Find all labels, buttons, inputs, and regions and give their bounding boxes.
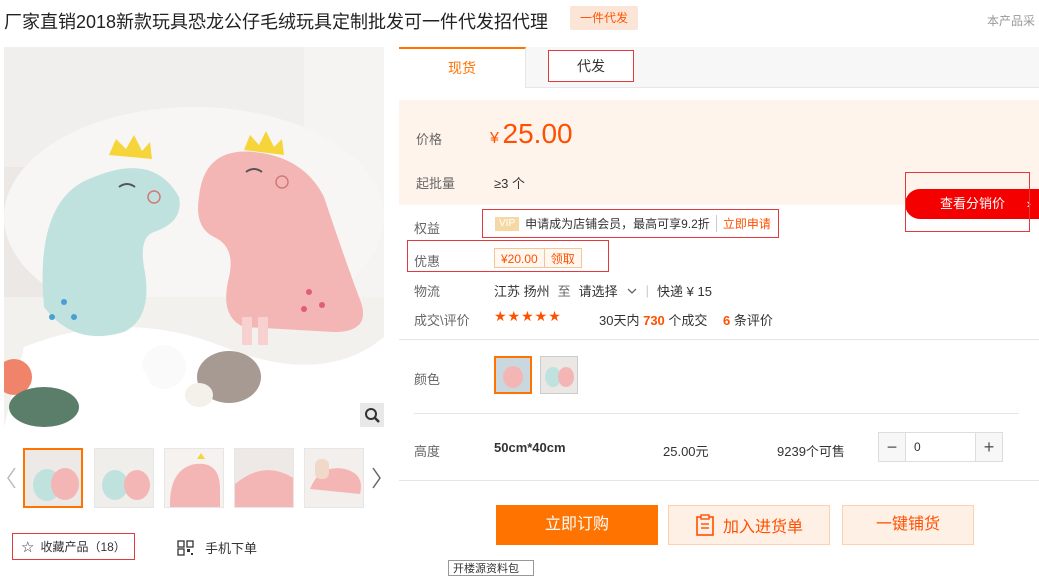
swatch-image bbox=[541, 357, 577, 393]
apply-membership-link[interactable]: 立即申请 bbox=[715, 215, 771, 232]
promo-label: 优惠 bbox=[414, 254, 441, 269]
sku-size: 50cm*40cm bbox=[494, 440, 566, 455]
vip-badge: VIP bbox=[495, 216, 520, 231]
moq-value: ≥3 个 bbox=[494, 176, 525, 191]
height-label: 高度 bbox=[414, 444, 441, 459]
purchase-note[interactable]: 本产品采 bbox=[987, 12, 1035, 29]
favorite-button[interactable]: ☆ 收藏产品（18） bbox=[12, 533, 135, 560]
destination-select[interactable]: 请选择 bbox=[579, 281, 638, 300]
tab-dropship[interactable]: 代发 bbox=[548, 50, 634, 82]
coupon-claim-button[interactable]: 领取 bbox=[543, 249, 581, 267]
chevron-left-icon bbox=[7, 467, 16, 489]
main-product-image[interactable] bbox=[4, 47, 384, 427]
review-suffix: 条评价 bbox=[733, 313, 773, 328]
divider bbox=[399, 480, 1039, 481]
color-swatch-pink[interactable] bbox=[494, 356, 532, 394]
plush-dinosaur-image bbox=[4, 47, 384, 427]
thumbnail[interactable] bbox=[94, 448, 154, 508]
thumbnail-image bbox=[235, 449, 293, 507]
coupon-value: ¥20.00 bbox=[501, 252, 538, 266]
star-outline-icon: ☆ bbox=[21, 538, 35, 556]
price-display: ¥ 25.00 bbox=[490, 118, 573, 150]
decrement-button[interactable]: − bbox=[879, 433, 905, 461]
price-label: 价格 bbox=[416, 132, 443, 147]
add-to-cart-button[interactable]: 加入进货单 bbox=[668, 505, 830, 545]
add-to-cart-label: 加入进货单 bbox=[722, 519, 803, 536]
thumbnail[interactable] bbox=[164, 448, 224, 508]
membership-benefit: VIP 申请成为店铺会员，最高可享9.2折 立即申请 bbox=[482, 209, 779, 238]
currency-symbol: ¥ bbox=[490, 130, 499, 147]
thumbnail-image bbox=[305, 449, 363, 507]
mobile-order-label: 手机下单 bbox=[205, 541, 258, 556]
to-label: 至 bbox=[557, 284, 571, 299]
one-click-distribute-button[interactable]: 一键铺货 bbox=[842, 505, 974, 545]
deals-suffix: 个成交 bbox=[668, 313, 708, 328]
price-value: 25.00 bbox=[502, 118, 573, 149]
dropship-tag: 一件代发 bbox=[570, 6, 638, 30]
tab-spot-goods[interactable]: 现货 bbox=[399, 47, 526, 88]
monthly-deals: 30天内 730 个成交 bbox=[599, 310, 707, 329]
deals-prefix: 30天内 bbox=[599, 313, 640, 328]
chevron-right-icon bbox=[372, 467, 381, 489]
tooltip: 开楼源资料包 bbox=[448, 560, 534, 576]
thumbs-next-arrow[interactable] bbox=[369, 463, 383, 493]
thumbnail-image bbox=[165, 449, 223, 507]
moq-label: 起批量 bbox=[416, 176, 456, 191]
divider: | bbox=[645, 283, 650, 298]
thumbnail[interactable] bbox=[23, 448, 83, 508]
review-count: 6 bbox=[723, 313, 731, 328]
deals-label: 成交\评价 bbox=[414, 313, 470, 328]
logistics-label: 物流 bbox=[414, 284, 441, 299]
thumbs-prev-arrow[interactable] bbox=[4, 463, 18, 493]
quantity-stepper: − 0 + bbox=[878, 432, 1003, 462]
reviews-link[interactable]: 6 条评价 bbox=[723, 310, 773, 329]
swatch-image bbox=[496, 358, 530, 392]
sku-stock: 9239个可售 bbox=[777, 444, 845, 459]
coupon[interactable]: ¥20.00 领取 bbox=[494, 248, 582, 268]
origin-city: 江苏 扬州 bbox=[494, 284, 550, 299]
thumbnail-image bbox=[95, 449, 153, 507]
logistics-row: 江苏 扬州 至 请选择 | 快递 ¥ 15 bbox=[494, 281, 712, 300]
distributor-highlight bbox=[905, 172, 1030, 232]
divider bbox=[399, 339, 1039, 340]
color-swatch-blue[interactable] bbox=[540, 356, 578, 394]
thumbnail-image bbox=[25, 450, 81, 506]
color-label: 颜色 bbox=[414, 372, 441, 387]
increment-button[interactable]: + bbox=[976, 433, 1002, 461]
deals-count: 730 bbox=[643, 313, 665, 328]
express-fee: 快递 ¥ 15 bbox=[657, 284, 712, 299]
chevron-down-icon bbox=[627, 288, 637, 294]
zoom-button[interactable] bbox=[360, 403, 384, 427]
favorite-label: 收藏产品（18） bbox=[40, 540, 126, 554]
divider bbox=[414, 413, 1019, 414]
rights-label: 权益 bbox=[414, 221, 441, 236]
rating-stars: ★★★★★ bbox=[494, 308, 562, 324]
thumbnail[interactable] bbox=[234, 448, 294, 508]
order-now-button[interactable]: 立即订购 bbox=[496, 505, 658, 545]
thumbnail[interactable] bbox=[304, 448, 364, 508]
membership-text: 申请成为店铺会员，最高可享9.2折 bbox=[525, 217, 710, 231]
sku-price: 25.00元 bbox=[663, 444, 709, 459]
clipboard-icon bbox=[696, 514, 714, 536]
magnifier-icon bbox=[365, 408, 380, 423]
destination-value: 请选择 bbox=[578, 284, 618, 299]
quantity-input[interactable]: 0 bbox=[905, 433, 976, 461]
qr-code-icon bbox=[177, 539, 194, 556]
product-title: 厂家直销2018新款玩具恐龙公仔毛绒玩具定制批发可一件代发招代理 bbox=[4, 12, 549, 32]
mobile-order-button[interactable]: 手机下单 bbox=[177, 538, 257, 557]
